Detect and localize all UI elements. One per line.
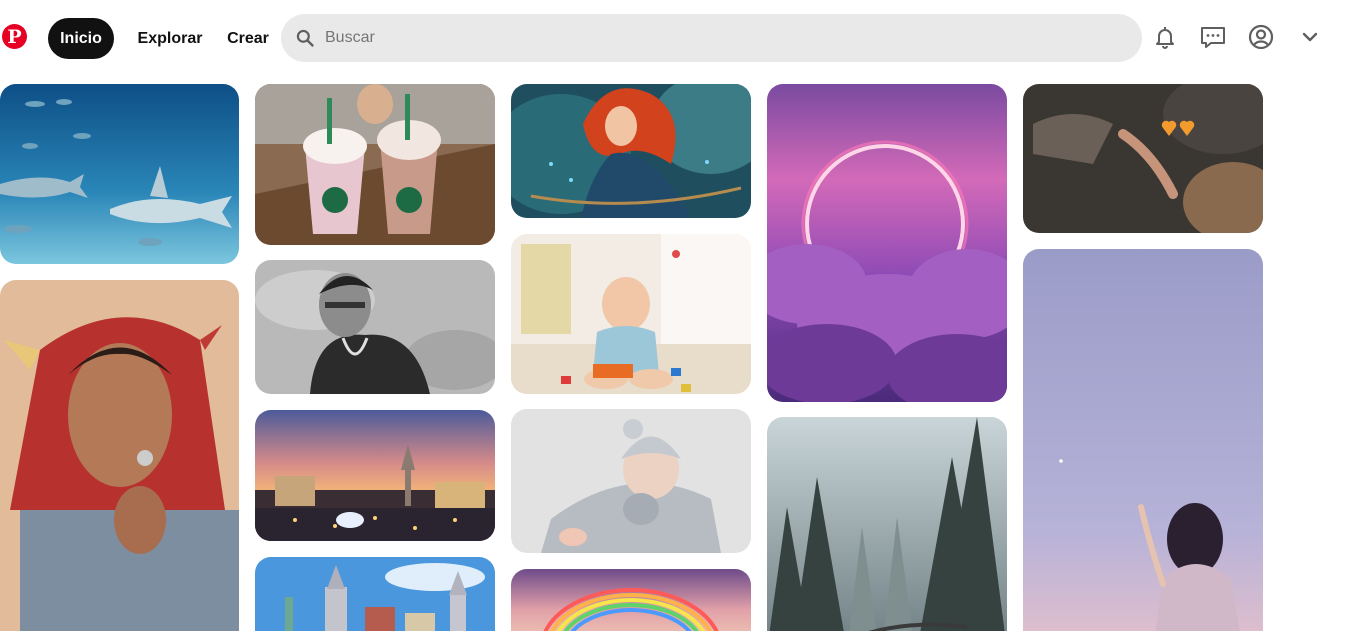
pin-forest[interactable] <box>767 417 1007 631</box>
chevron-down-icon[interactable] <box>1296 23 1324 51</box>
pin-grid <box>0 84 1347 631</box>
pin-image <box>511 569 751 631</box>
pin-rainbow[interactable] <box>511 569 751 631</box>
search-input[interactable] <box>325 14 1125 62</box>
pin-image <box>1023 84 1263 233</box>
bell-icon[interactable] <box>1151 23 1179 51</box>
pin-image <box>255 557 495 631</box>
pin-image <box>767 417 1007 631</box>
pin-image <box>511 409 751 553</box>
nav-home-button[interactable]: Inicio <box>48 18 114 59</box>
top-navigation: P Inicio Explorar Crear <box>0 0 1347 76</box>
pin-starbucks[interactable] <box>255 84 495 245</box>
pin-merida[interactable] <box>511 84 751 218</box>
pin-hood-man[interactable] <box>0 280 239 631</box>
pin-baby-toys[interactable] <box>511 234 751 394</box>
pin-neon-ring[interactable] <box>767 84 1007 402</box>
chat-icon[interactable] <box>1199 23 1227 51</box>
pin-image <box>511 84 751 218</box>
pinterest-logo-icon[interactable]: P <box>2 24 27 49</box>
pin-bw-man[interactable] <box>255 260 495 394</box>
pin-image <box>0 84 239 264</box>
pin-newborn[interactable] <box>511 409 751 553</box>
pin-shark[interactable] <box>0 84 239 264</box>
pin-image <box>0 280 239 631</box>
profile-icon[interactable] <box>1247 23 1275 51</box>
pin-image <box>767 84 1007 402</box>
search-bar[interactable] <box>281 14 1142 62</box>
search-icon <box>296 29 314 47</box>
pin-image <box>511 234 751 394</box>
pin-hearts-car[interactable] <box>1023 84 1263 233</box>
pin-image <box>255 260 495 394</box>
logo-letter: P <box>7 25 22 48</box>
pin-new-york-vegas[interactable] <box>255 557 495 631</box>
nav-create-button[interactable]: Crear <box>218 18 278 59</box>
pin-image <box>1023 249 1263 631</box>
pin-girl-sky[interactable] <box>1023 249 1263 631</box>
pin-image <box>255 410 495 541</box>
pin-las-vegas[interactable] <box>255 410 495 541</box>
pin-image <box>255 84 495 245</box>
nav-explore-button[interactable]: Explorar <box>128 18 212 59</box>
